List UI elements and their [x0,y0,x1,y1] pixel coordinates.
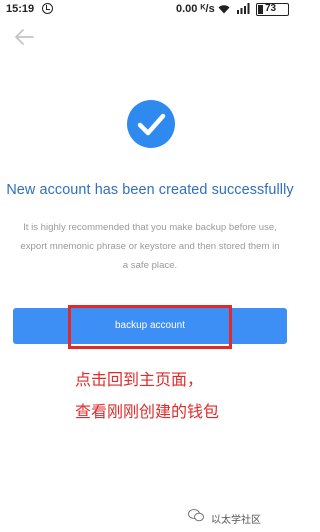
annotation-line-1: 点击回到主页面， [75,370,204,389]
wechat-icon [188,509,204,522]
battery-level: 73 [265,3,277,14]
battery-icon: 73 [256,3,289,16]
status-bar: 15:19 0.00 ᴷ/s 73 [0,0,300,20]
annotation-line-2: 查看刚刚创建的钱包 [75,402,220,421]
success-check-icon [127,100,175,148]
wifi-icon [218,5,230,14]
network-speed: 0.00 ᴷ/s [176,3,215,15]
alarm-clock-icon [42,3,53,14]
status-time: 15:19 [6,3,35,15]
page-title: New account has been created successfull… [6,182,294,198]
backup-recommendation-text: It is highly recommended that you make b… [20,222,280,271]
back-arrow-icon[interactable] [13,28,35,46]
backup-account-button[interactable]: backup account [13,308,287,344]
signal-icon [237,3,250,14]
watermark-text: 以太学社区 [211,515,261,526]
